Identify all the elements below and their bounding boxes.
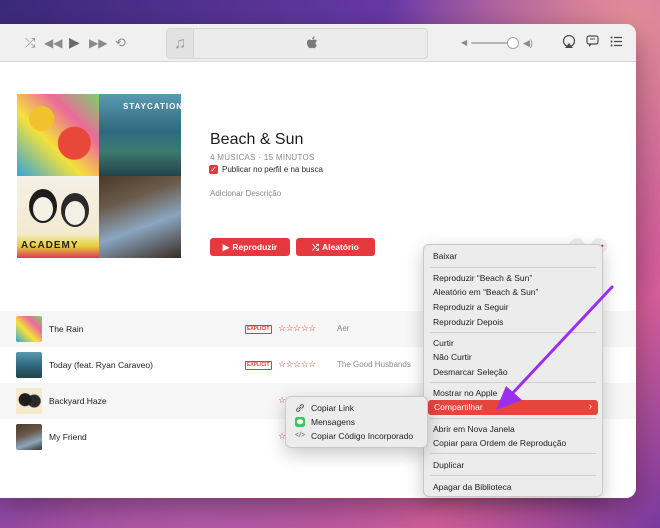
menu-item-shuffle[interactable]: Aleatório em “Beach & Sun” (433, 287, 538, 297)
now-playing-display: ♫ (166, 28, 428, 59)
link-icon (296, 404, 304, 412)
cover-quadrant (99, 176, 181, 258)
publish-checkbox[interactable]: ✓ (209, 165, 218, 174)
cover-quadrant (17, 94, 99, 176)
track-artwork (16, 388, 42, 414)
menu-item-open-new-window[interactable]: Abrir em Nova Janela (433, 424, 515, 434)
menu-item-share[interactable]: Compartilhar › (428, 400, 598, 415)
menu-item-download[interactable]: Baixar (433, 251, 457, 261)
menu-separator (430, 267, 596, 268)
cover-text-academy: ACADEMY (21, 240, 79, 251)
track-artist[interactable]: The Good Husbands (337, 360, 411, 369)
playlist-meta: 4 MÚSICAS · 15 MINUTOS (210, 153, 315, 162)
share-submenu: Copiar Link Mensagens </> Copiar Código … (285, 396, 428, 448)
track-title: Backyard Haze (49, 396, 107, 406)
play-button[interactable]: ▶ Reproduzir (210, 238, 290, 256)
publish-checkbox-label: Publicar no perfil e na busca (222, 165, 323, 174)
player-toolbar: ⤮ ◀◀ ▶ ▶▶ ⟲ ♫ ◀ ◀) (0, 24, 636, 62)
menu-separator (430, 418, 596, 419)
explicit-badge: EXPLICIT (245, 361, 272, 370)
play-button-label: Reproduzir (232, 242, 278, 252)
menu-item-love[interactable]: Curtir (433, 338, 454, 348)
menu-item-copy-to-queue[interactable]: Copiar para Ordem de Reprodução (433, 438, 566, 448)
menu-separator (430, 453, 596, 454)
playlist-title: Beach & Sun (210, 131, 304, 148)
share-copy-link[interactable]: Copiar Link (311, 403, 354, 413)
lyrics-icon[interactable] (586, 35, 599, 48)
rewind-icon[interactable]: ◀◀ (44, 36, 62, 50)
volume-high-icon: ◀) (523, 38, 533, 48)
volume-low-icon: ◀ (461, 38, 468, 47)
messages-icon (295, 417, 305, 427)
shuffle-icon[interactable]: ⤮ (25, 36, 35, 50)
shuffle-icon: ⤮ (312, 242, 319, 252)
menu-item-share-label: Compartilhar (434, 402, 483, 412)
track-title: The Rain (49, 324, 84, 334)
airplay-icon[interactable] (562, 35, 576, 49)
shuffle-button[interactable]: ⤮ Aleatório (296, 238, 375, 256)
list-icon[interactable] (610, 36, 622, 47)
menu-item-play-next[interactable]: Reproduzir a Seguir (433, 302, 509, 312)
apple-logo-icon (307, 36, 317, 49)
menu-item-duplicate[interactable]: Duplicar (433, 460, 464, 470)
play-icon: ▶ (222, 242, 230, 252)
track-artist[interactable]: Aer (337, 324, 349, 333)
menu-item-play-later[interactable]: Reproduzir Depois (433, 317, 503, 327)
play-icon[interactable]: ▶ (69, 35, 80, 49)
menu-item-show-in-apple-music[interactable]: Mostrar no Apple (433, 388, 497, 398)
shuffle-button-label: Aleatório (321, 242, 359, 252)
menu-separator (430, 382, 596, 383)
menu-item-uncheck-selection[interactable]: Desmarcar Seleção (433, 367, 508, 377)
fast-forward-icon[interactable]: ▶▶ (89, 36, 107, 50)
track-artwork (16, 424, 42, 450)
share-messages[interactable]: Mensagens (311, 417, 355, 427)
cover-text-staycation: STAYCATION (123, 102, 181, 111)
add-description-link[interactable]: Adicionar Descrição (210, 189, 281, 198)
chevron-right-icon: › (589, 401, 592, 411)
track-title: Today (feat. Ryan Caraveo) (49, 360, 153, 370)
track-rating[interactable]: ☆☆☆☆☆ (278, 323, 316, 334)
code-icon: </> (295, 432, 306, 439)
explicit-badge: EXPLICIT (245, 325, 272, 334)
share-copy-embed-code[interactable]: Copiar Código Incorporado (311, 431, 413, 441)
playlist-cover-art: STAYCATION ACADEMY (17, 94, 181, 258)
track-rating[interactable]: ☆☆☆☆☆ (278, 359, 316, 370)
menu-item-play[interactable]: Reproduzir “Beach & Sun” (433, 273, 532, 283)
context-menu: Baixar Reproduzir “Beach & Sun” Aleatóri… (423, 244, 603, 497)
track-artwork (16, 316, 42, 342)
repeat-icon[interactable]: ⟲ (115, 36, 126, 50)
menu-item-dislike[interactable]: Não Curtir (433, 352, 472, 362)
volume-slider-knob[interactable] (507, 37, 519, 49)
menu-separator (430, 475, 596, 476)
music-note-icon: ♫ (167, 29, 194, 58)
menu-separator (430, 332, 596, 333)
track-title: My Friend (49, 432, 87, 442)
track-artwork (16, 352, 42, 378)
menu-item-delete-from-library[interactable]: Apagar da Biblioteca (433, 482, 511, 492)
